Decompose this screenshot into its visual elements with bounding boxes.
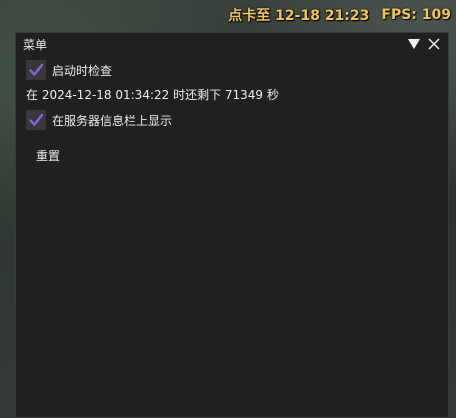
menu-content: 启动时检查 在 2024-12-18 01:34:22 时还剩下 71349 秒… — [16, 55, 448, 166]
window-controls — [406, 36, 442, 52]
check-on-start-label: 启动时检查 — [52, 63, 113, 78]
option-show-in-server-bar[interactable]: 在服务器信息栏上显示 — [26, 109, 448, 131]
window-titlebar[interactable]: 菜单 — [16, 33, 448, 55]
show-in-server-bar-label: 在服务器信息栏上显示 — [52, 113, 173, 128]
hud-overlay: 点卡至 12-18 21:23 FPS: 109 — [228, 4, 451, 26]
reset-button[interactable]: 重置 — [32, 145, 64, 166]
remaining-time-status: 在 2024-12-18 01:34:22 时还剩下 71349 秒 — [26, 87, 279, 102]
card-expiry-label: 点卡至 12-18 21:23 — [228, 8, 370, 24]
checkmark-icon — [29, 63, 44, 76]
check-on-start-checkbox[interactable] — [26, 60, 46, 80]
fps-counter: FPS: 109 — [381, 7, 451, 23]
option-check-on-start[interactable]: 启动时检查 — [26, 59, 448, 81]
menu-window: 菜单 启动时检查 在 2024-12-18 01:34:22 时还剩下 7134… — [15, 32, 449, 418]
collapse-triangle-icon[interactable] — [406, 36, 422, 52]
close-icon[interactable] — [426, 36, 442, 52]
window-title: 菜单 — [23, 37, 48, 52]
show-in-server-bar-checkbox[interactable] — [26, 110, 46, 130]
checkmark-icon — [29, 113, 44, 126]
